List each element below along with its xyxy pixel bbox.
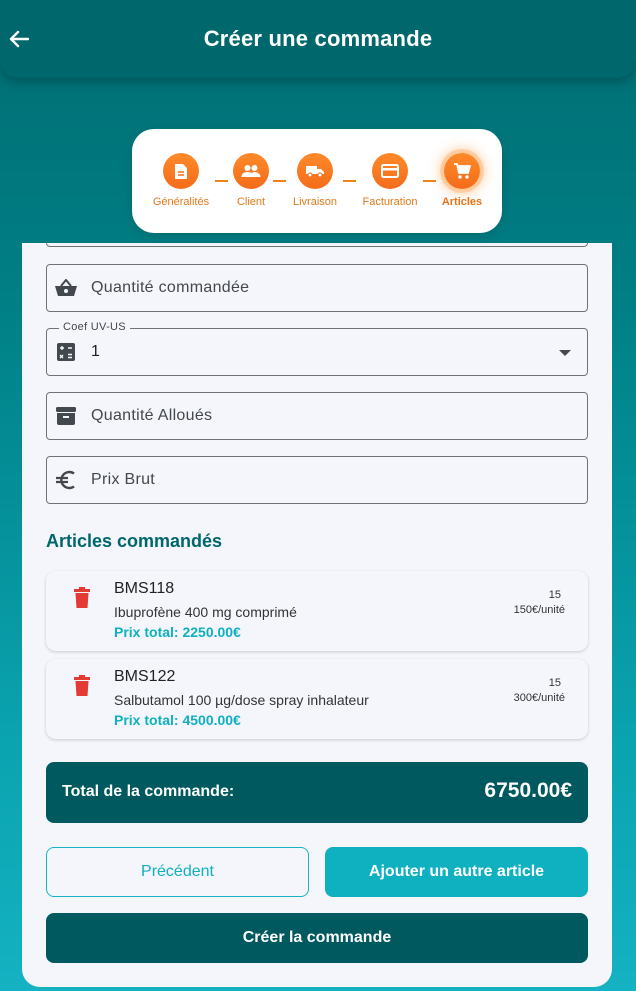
article-unit-price: 150€/unité	[513, 604, 565, 616]
article-quantity: 15	[548, 589, 561, 601]
article-form-card: Quantité commandée Coef UV-US 1 Quantité…	[22, 243, 612, 987]
trash-icon[interactable]	[72, 675, 92, 697]
articles-section-title: Articles commandés	[46, 531, 223, 551]
basket-icon	[55, 277, 77, 299]
app-bar: Créer une commande	[0, 0, 636, 78]
list-item: BMS118 Ibuprofène 400 mg comprimé Prix t…	[46, 571, 588, 651]
document-icon	[163, 153, 199, 189]
credit-card-icon	[372, 153, 408, 189]
back-arrow-icon[interactable]	[6, 24, 32, 54]
prix-brut-field[interactable]: Prix Brut	[46, 456, 588, 504]
step-label: Généralités	[152, 196, 210, 208]
coef-uv-us-select[interactable]: Coef UV-US 1	[46, 321, 588, 376]
article-total: Prix total: 2250.00€	[114, 624, 241, 640]
step-generalites[interactable]: Généralités	[141, 153, 221, 208]
article-total: Prix total: 4500.00€	[114, 712, 241, 728]
order-stepper: Généralités Client Livraison Facturation…	[132, 129, 502, 233]
article-code: BMS118	[114, 580, 175, 597]
order-total-value: 6750.00€	[484, 779, 572, 802]
cart-icon	[444, 153, 480, 189]
calculator-icon	[55, 341, 77, 363]
step-label: Livraison	[292, 196, 338, 208]
previous-field[interactable]	[46, 243, 588, 247]
trash-icon[interactable]	[72, 587, 92, 609]
quantite-commandee-field[interactable]: Quantité commandée	[46, 264, 588, 312]
field-label: Coef UV-US	[59, 321, 130, 333]
create-order-button[interactable]: Créer la commande	[46, 913, 588, 963]
people-icon	[233, 153, 269, 189]
article-description: Salbutamol 100 µg/dose spray inhalateur	[114, 692, 369, 708]
article-code: BMS122	[114, 668, 176, 685]
list-item: BMS122 Salbutamol 100 µg/dose spray inha…	[46, 659, 588, 739]
step-articles[interactable]: Articles	[422, 153, 502, 208]
field-placeholder: Prix Brut	[91, 471, 156, 488]
chevron-down-icon[interactable]	[559, 350, 571, 356]
quantite-allouee-field[interactable]: Quantité Alloués	[46, 392, 588, 440]
order-total-label: Total de la commande:	[62, 783, 235, 800]
field-placeholder: Quantité commandée	[91, 279, 250, 296]
order-total-bar: Total de la commande: 6750.00€	[46, 762, 588, 823]
article-unit-price: 300€/unité	[513, 692, 565, 704]
step-facturation[interactable]: Facturation	[350, 153, 430, 208]
article-description: Ibuprofène 400 mg comprimé	[114, 604, 297, 620]
field-placeholder: Quantité Alloués	[91, 407, 213, 424]
step-label: Facturation	[362, 196, 418, 208]
select-value: 1	[91, 343, 101, 360]
page-title: Créer une commande	[203, 26, 433, 51]
article-quantity: 15	[548, 677, 561, 689]
step-label: Articles	[441, 196, 483, 208]
truck-icon	[297, 153, 333, 189]
previous-button[interactable]: Précédent	[46, 847, 309, 897]
archive-icon	[55, 405, 77, 427]
add-article-button[interactable]: Ajouter un autre article	[325, 847, 588, 897]
euro-icon	[55, 469, 77, 491]
